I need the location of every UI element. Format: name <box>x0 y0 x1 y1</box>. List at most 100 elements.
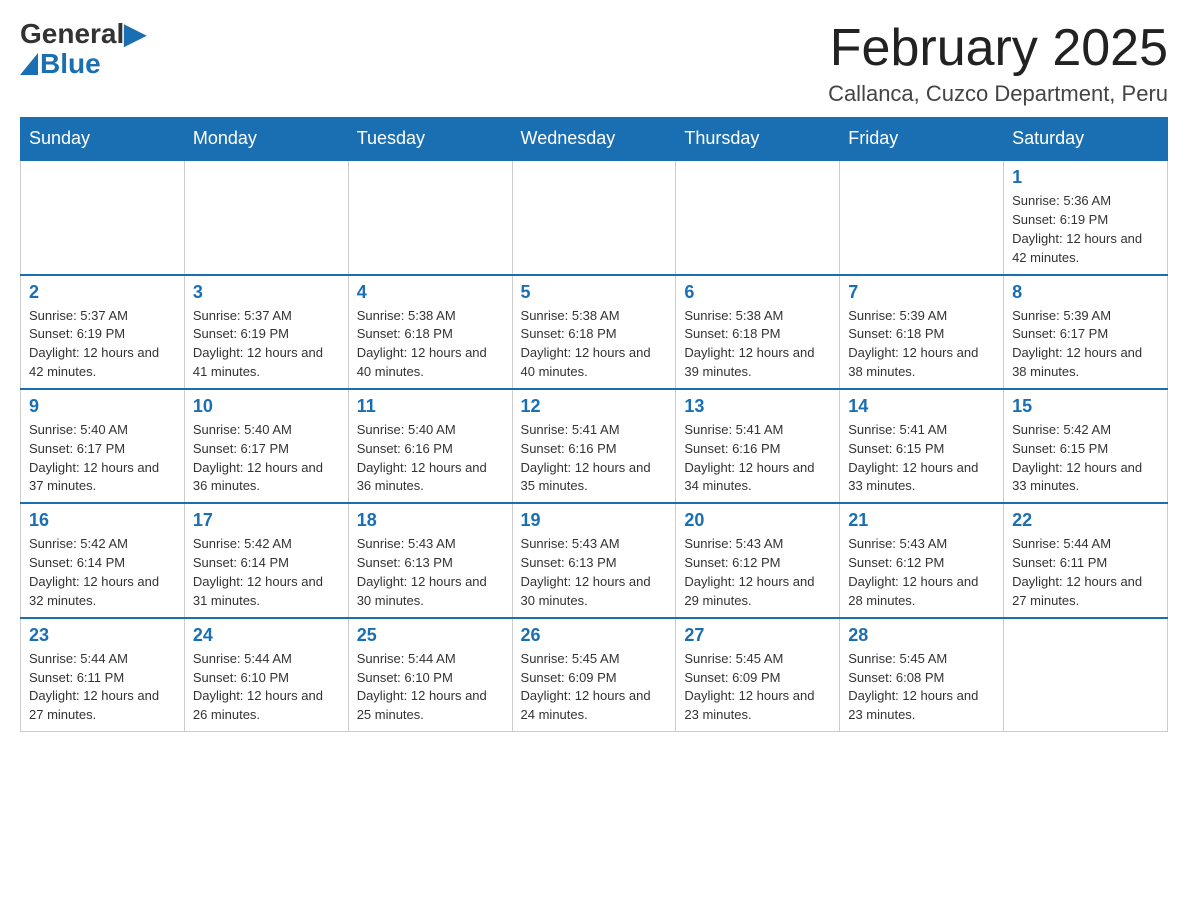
day-number: 9 <box>29 396 176 417</box>
calendar-cell: 4 Sunrise: 5:38 AMSunset: 6:18 PMDaylight… <box>348 275 512 389</box>
day-number: 27 <box>684 625 831 646</box>
calendar-cell: 19 Sunrise: 5:43 AMSunset: 6:13 PMDayligh… <box>512 503 676 617</box>
day-number: 13 <box>684 396 831 417</box>
calendar-cell: 23 Sunrise: 5:44 AMSunset: 6:11 PMDayligh… <box>21 618 185 732</box>
day-number: 3 <box>193 282 340 303</box>
calendar-cell: 27 Sunrise: 5:45 AMSunset: 6:09 PMDayligh… <box>676 618 840 732</box>
day-info: Sunrise: 5:44 AMSunset: 6:11 PMDaylight:… <box>29 650 176 725</box>
calendar-cell: 25 Sunrise: 5:44 AMSunset: 6:10 PMDayligh… <box>348 618 512 732</box>
calendar-cell: 15Sunrise: 5:42 AMSunset: 6:15 PMDayligh… <box>1004 389 1168 503</box>
calendar-cell: 18 Sunrise: 5:43 AMSunset: 6:13 PMDayligh… <box>348 503 512 617</box>
calendar-cell: 2 Sunrise: 5:37 AMSunset: 6:19 PMDaylight… <box>21 275 185 389</box>
day-number: 26 <box>521 625 668 646</box>
day-info: Sunrise: 5:39 AMSunset: 6:17 PMDaylight:… <box>1012 307 1159 382</box>
calendar-cell: 9Sunrise: 5:40 AMSunset: 6:17 PMDaylight… <box>21 389 185 503</box>
day-info: Sunrise: 5:40 AMSunset: 6:16 PMDaylight:… <box>357 421 504 496</box>
day-info: Sunrise: 5:43 AMSunset: 6:12 PMDaylight:… <box>684 535 831 610</box>
day-info: Sunrise: 5:45 AMSunset: 6:09 PMDaylight:… <box>521 650 668 725</box>
calendar-cell <box>840 160 1004 274</box>
day-info: Sunrise: 5:42 AMSunset: 6:14 PMDaylight:… <box>193 535 340 610</box>
day-info: Sunrise: 5:38 AMSunset: 6:18 PMDaylight:… <box>357 307 504 382</box>
day-header-saturday: Saturday <box>1004 118 1168 161</box>
calendar-table: SundayMondayTuesdayWednesdayThursdayFrid… <box>20 117 1168 732</box>
calendar-cell: 5 Sunrise: 5:38 AMSunset: 6:18 PMDaylight… <box>512 275 676 389</box>
calendar-cell: 6 Sunrise: 5:38 AMSunset: 6:18 PMDaylight… <box>676 275 840 389</box>
day-info: Sunrise: 5:41 AMSunset: 6:15 PMDaylight:… <box>848 421 995 496</box>
week-row-1: 1 Sunrise: 5:36 AMSunset: 6:19 PMDaylight… <box>21 160 1168 274</box>
day-number: 25 <box>357 625 504 646</box>
page-header: General▶ Blue February 2025 Callanca, Cu… <box>20 20 1168 107</box>
calendar-cell <box>21 160 185 274</box>
day-header-wednesday: Wednesday <box>512 118 676 161</box>
calendar-cell <box>676 160 840 274</box>
day-number: 4 <box>357 282 504 303</box>
day-number: 17 <box>193 510 340 531</box>
day-number: 20 <box>684 510 831 531</box>
day-info: Sunrise: 5:41 AMSunset: 6:16 PMDaylight:… <box>521 421 668 496</box>
day-number: 16 <box>29 510 176 531</box>
calendar-cell: 22 Sunrise: 5:44 AMSunset: 6:11 PMDayligh… <box>1004 503 1168 617</box>
day-number: 24 <box>193 625 340 646</box>
day-number: 1 <box>1012 167 1159 188</box>
day-number: 6 <box>684 282 831 303</box>
day-header-friday: Friday <box>840 118 1004 161</box>
day-info: Sunrise: 5:43 AMSunset: 6:13 PMDaylight:… <box>521 535 668 610</box>
day-number: 18 <box>357 510 504 531</box>
calendar-cell: 13Sunrise: 5:41 AMSunset: 6:16 PMDayligh… <box>676 389 840 503</box>
day-header-thursday: Thursday <box>676 118 840 161</box>
day-header-tuesday: Tuesday <box>348 118 512 161</box>
day-info: Sunrise: 5:37 AMSunset: 6:19 PMDaylight:… <box>193 307 340 382</box>
day-number: 23 <box>29 625 176 646</box>
main-title: February 2025 <box>828 20 1168 77</box>
day-info: Sunrise: 5:42 AMSunset: 6:14 PMDaylight:… <box>29 535 176 610</box>
day-info: Sunrise: 5:42 AMSunset: 6:15 PMDaylight:… <box>1012 421 1159 496</box>
day-info: Sunrise: 5:44 AMSunset: 6:10 PMDaylight:… <box>193 650 340 725</box>
calendar-cell: 11 Sunrise: 5:40 AMSunset: 6:16 PMDayligh… <box>348 389 512 503</box>
calendar-cell: 28Sunrise: 5:45 AMSunset: 6:08 PMDayligh… <box>840 618 1004 732</box>
calendar-cell: 26 Sunrise: 5:45 AMSunset: 6:09 PMDayligh… <box>512 618 676 732</box>
day-info: Sunrise: 5:45 AMSunset: 6:09 PMDaylight:… <box>684 650 831 725</box>
calendar-cell: 14Sunrise: 5:41 AMSunset: 6:15 PMDayligh… <box>840 389 1004 503</box>
calendar-cell: 17 Sunrise: 5:42 AMSunset: 6:14 PMDayligh… <box>184 503 348 617</box>
day-number: 22 <box>1012 510 1159 531</box>
day-number: 11 <box>357 396 504 417</box>
day-info: Sunrise: 5:37 AMSunset: 6:19 PMDaylight:… <box>29 307 176 382</box>
day-info: Sunrise: 5:38 AMSunset: 6:18 PMDaylight:… <box>521 307 668 382</box>
day-info: Sunrise: 5:36 AMSunset: 6:19 PMDaylight:… <box>1012 192 1159 267</box>
day-info: Sunrise: 5:43 AMSunset: 6:13 PMDaylight:… <box>357 535 504 610</box>
calendar-cell: 1 Sunrise: 5:36 AMSunset: 6:19 PMDaylight… <box>1004 160 1168 274</box>
day-number: 21 <box>848 510 995 531</box>
logo-blue-triangle-shape <box>20 53 38 75</box>
logo-general-text: General▶ <box>20 20 146 48</box>
day-number: 19 <box>521 510 668 531</box>
day-number: 8 <box>1012 282 1159 303</box>
day-header-sunday: Sunday <box>21 118 185 161</box>
week-row-2: 2 Sunrise: 5:37 AMSunset: 6:19 PMDaylight… <box>21 275 1168 389</box>
logo-blue-bar: Blue <box>20 48 101 80</box>
calendar-cell: 16 Sunrise: 5:42 AMSunset: 6:14 PMDayligh… <box>21 503 185 617</box>
week-row-4: 16 Sunrise: 5:42 AMSunset: 6:14 PMDayligh… <box>21 503 1168 617</box>
calendar-cell: 24 Sunrise: 5:44 AMSunset: 6:10 PMDayligh… <box>184 618 348 732</box>
title-block: February 2025 Callanca, Cuzco Department… <box>828 20 1168 107</box>
week-row-3: 9Sunrise: 5:40 AMSunset: 6:17 PMDaylight… <box>21 389 1168 503</box>
logo-blue-text: Blue <box>40 48 101 80</box>
day-info: Sunrise: 5:43 AMSunset: 6:12 PMDaylight:… <box>848 535 995 610</box>
calendar-cell: 3 Sunrise: 5:37 AMSunset: 6:19 PMDaylight… <box>184 275 348 389</box>
calendar-cell <box>348 160 512 274</box>
calendar-cell <box>184 160 348 274</box>
calendar-cell <box>512 160 676 274</box>
week-row-5: 23 Sunrise: 5:44 AMSunset: 6:11 PMDayligh… <box>21 618 1168 732</box>
day-info: Sunrise: 5:39 AMSunset: 6:18 PMDaylight:… <box>848 307 995 382</box>
day-number: 5 <box>521 282 668 303</box>
day-number: 12 <box>521 396 668 417</box>
calendar-cell: 21 Sunrise: 5:43 AMSunset: 6:12 PMDayligh… <box>840 503 1004 617</box>
calendar-cell: 8 Sunrise: 5:39 AMSunset: 6:17 PMDaylight… <box>1004 275 1168 389</box>
day-info: Sunrise: 5:44 AMSunset: 6:11 PMDaylight:… <box>1012 535 1159 610</box>
logo: General▶ Blue <box>20 20 146 80</box>
calendar-cell: 12 Sunrise: 5:41 AMSunset: 6:16 PMDayligh… <box>512 389 676 503</box>
day-info: Sunrise: 5:44 AMSunset: 6:10 PMDaylight:… <box>357 650 504 725</box>
day-header-monday: Monday <box>184 118 348 161</box>
day-info: Sunrise: 5:38 AMSunset: 6:18 PMDaylight:… <box>684 307 831 382</box>
day-number: 28 <box>848 625 995 646</box>
day-number: 2 <box>29 282 176 303</box>
